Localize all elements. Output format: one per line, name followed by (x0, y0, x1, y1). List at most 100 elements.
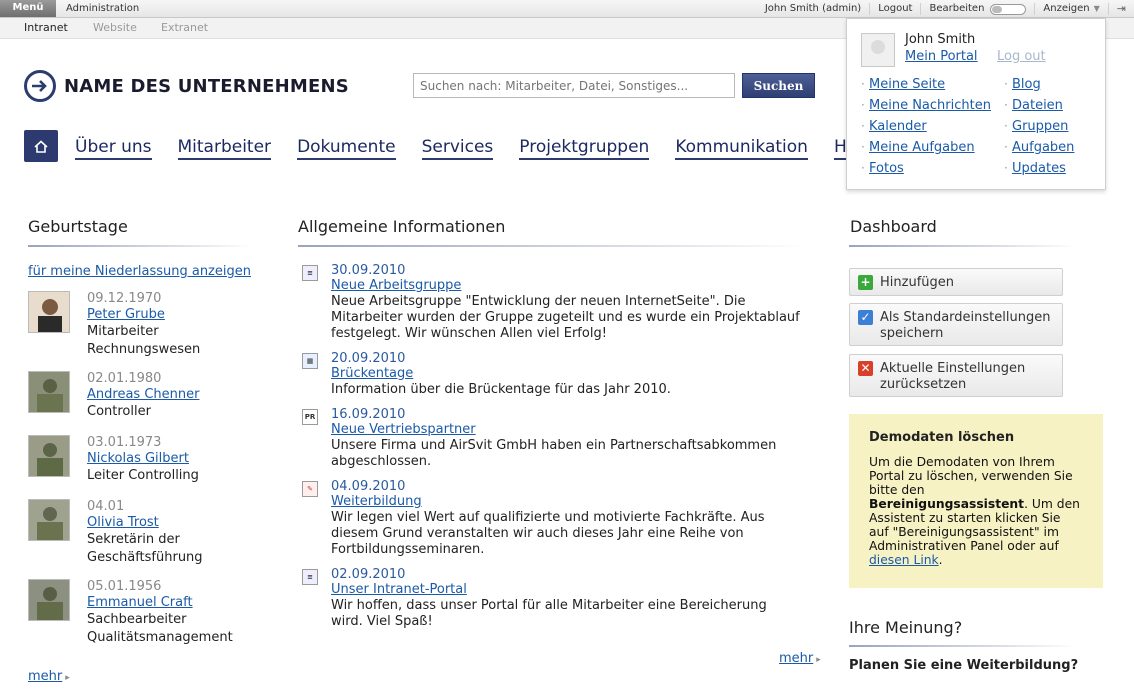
user-name: John Smith (905, 32, 976, 47)
birthday-date: 03.01.1973 (87, 435, 162, 450)
view-dropdown[interactable]: Anzeigen ▼ (1034, 3, 1107, 15)
birthday-item: 09.12.1970 Peter Grube Mitarbeiter Rechn… (28, 291, 268, 361)
birthday-date: 09.12.1970 (87, 291, 162, 306)
main-navigation: Über uns Mitarbeiter Dokumente Services … (75, 137, 899, 160)
section-divider (849, 645, 1077, 647)
person-photo[interactable] (28, 435, 70, 477)
document-icon: ≡ (302, 569, 318, 585)
news-title-link[interactable]: Neue Vertriebspartner (331, 422, 476, 437)
nav-item-kommunikation[interactable]: Kommunikation (675, 137, 808, 160)
menu-button[interactable]: Menü (0, 0, 56, 17)
user-link-blog[interactable]: Blog (1004, 77, 1074, 98)
home-button[interactable] (24, 130, 58, 162)
user-link-calendar[interactable]: Kalender (861, 119, 991, 140)
birthdays-more-link[interactable]: mehr ▸ (28, 669, 70, 684)
arrow-right-icon: ▸ (65, 673, 70, 683)
more-link-label: mehr (779, 651, 814, 666)
news-text: Wir legen viel Wert auf qualifizierte un… (331, 510, 765, 557)
nav-item-mitarbeiter[interactable]: Mitarbeiter (177, 137, 272, 160)
news-text: Unsere Firma und AirSvit GmbH haben ein … (331, 438, 777, 469)
birthday-date: 04.01 (87, 499, 125, 514)
user-links-col-1: Meine Seite Meine Nachrichten Kalender M… (861, 77, 991, 182)
birthday-date: 05.01.1956 (87, 579, 162, 594)
news-date: 16.09.2010 (331, 407, 406, 422)
logout-link[interactable]: Logout (869, 3, 920, 15)
news-date: 04.09.2010 (331, 479, 406, 494)
section-divider (28, 245, 252, 247)
news-more-link[interactable]: mehr ▸ (779, 651, 821, 666)
news-title-link[interactable]: Weiterbildung (331, 494, 422, 509)
person-role: Controller (87, 404, 151, 419)
dashboard-title: Dashboard (850, 217, 937, 236)
demo-notice-text: Um die Demodaten von Ihrem Portal zu lös… (869, 455, 1083, 567)
news-text: Information über die Brückentage für das… (331, 382, 671, 397)
nav-item-projektgruppen[interactable]: Projektgruppen (519, 137, 650, 160)
nav-item-services[interactable]: Services (421, 137, 494, 160)
section-divider (298, 245, 808, 247)
calendar-icon: ▦ (302, 353, 318, 369)
arrow-right-icon: ▸ (816, 655, 821, 665)
person-photo[interactable] (28, 371, 70, 413)
home-icon (34, 139, 48, 153)
user-link-tasks[interactable]: Aufgaben (1004, 140, 1074, 161)
news-title-link[interactable]: Unser Intranet-Portal (331, 582, 467, 597)
logo-arrow-icon (24, 70, 56, 102)
avatar[interactable] (861, 33, 895, 67)
nav-item-dokumente[interactable]: Dokumente (297, 137, 396, 160)
news-title-link[interactable]: Neue Arbeitsgruppe (331, 278, 461, 293)
search-input[interactable] (413, 73, 735, 98)
reset-settings-button[interactable]: ✕ Aktuelle Einstellungen zurücksetzen (849, 354, 1063, 397)
birthday-item: 05.01.1956 Emmanuel Craft Sachbearbeiter… (28, 579, 268, 649)
site-tab-intranet[interactable]: Intranet (24, 21, 68, 34)
nav-item-ueber-uns[interactable]: Über uns (75, 137, 152, 160)
user-link-photos[interactable]: Fotos (861, 161, 991, 182)
person-role: Mitarbeiter Rechnungswesen (87, 324, 201, 357)
user-link-my-tasks[interactable]: Meine Aufgaben (861, 140, 991, 161)
add-widget-button[interactable]: + Hinzufügen (849, 268, 1063, 296)
person-name-link[interactable]: Olivia Trost (87, 515, 159, 530)
my-portal-link[interactable]: Mein Portal (905, 49, 978, 64)
birthdays-title: Geburtstage (28, 217, 128, 236)
document-icon: ≡ (302, 265, 318, 281)
checkmark-icon: ✓ (858, 310, 873, 325)
person-photo[interactable] (28, 579, 70, 621)
chevron-down-icon: ▼ (1093, 4, 1100, 13)
person-role: Sachbearbeiter Qualitätsmanagement (87, 612, 233, 645)
birthday-item: 04.01 Olivia Trost Sekretärin der Geschä… (28, 499, 268, 569)
cleanup-assistant-label: Bereinigungsassistent (869, 497, 1025, 511)
current-user-label[interactable]: John Smith (admin) (757, 3, 869, 15)
company-name: NAME DES UNTERNEHMENS (64, 75, 349, 97)
reset-settings-label: Aktuelle Einstellungen zurücksetzen (880, 361, 1026, 392)
user-link-files[interactable]: Dateien (1004, 98, 1074, 119)
company-logo[interactable]: NAME DES UNTERNEHMENS (24, 70, 349, 102)
news-date: 30.09.2010 (331, 263, 406, 278)
search-button[interactable]: Suchen (742, 73, 815, 98)
branch-filter-link[interactable]: für meine Niederlassung anzeigen (28, 264, 251, 279)
person-photo[interactable] (28, 499, 70, 541)
cleanup-link[interactable]: diesen Link (869, 553, 939, 567)
edit-mode-toggle[interactable]: Bearbeiten (920, 3, 1034, 15)
administration-link[interactable]: Administration (66, 3, 139, 14)
person-name-link[interactable]: Peter Grube (87, 307, 165, 322)
person-name-link[interactable]: Emmanuel Craft (87, 595, 193, 610)
save-defaults-button[interactable]: ✓ Als Standardeinstellungen speichern (849, 303, 1063, 346)
panel-logout-link[interactable]: Log out (997, 49, 1046, 64)
user-link-my-page[interactable]: Meine Seite (861, 77, 991, 98)
pin-icon[interactable]: ⇥ (1107, 3, 1134, 15)
site-tab-extranet[interactable]: Extranet (161, 21, 208, 34)
person-photo[interactable] (28, 291, 70, 333)
user-link-messages[interactable]: Meine Nachrichten (861, 98, 991, 119)
demo-data-notice: Demodaten löschen Um die Demodaten von I… (849, 414, 1103, 588)
section-divider (849, 245, 1077, 247)
person-name-link[interactable]: Andreas Chenner (87, 387, 199, 402)
add-widget-label: Hinzufügen (880, 275, 954, 290)
news-title-link[interactable]: Brückentage (331, 366, 413, 381)
site-tab-website[interactable]: Website (93, 21, 137, 34)
user-link-updates[interactable]: Updates (1004, 161, 1074, 182)
user-link-groups[interactable]: Gruppen (1004, 119, 1074, 140)
news-text: Neue Arbeitsgruppe "Entwicklung der neue… (331, 294, 800, 341)
person-role: Sekretärin der Geschäftsführung (87, 532, 203, 565)
user-links-col-2: Blog Dateien Gruppen Aufgaben Updates (1004, 77, 1074, 182)
person-name-link[interactable]: Nickolas Gilbert (87, 451, 189, 466)
toggle-switch-icon[interactable] (990, 3, 1027, 15)
